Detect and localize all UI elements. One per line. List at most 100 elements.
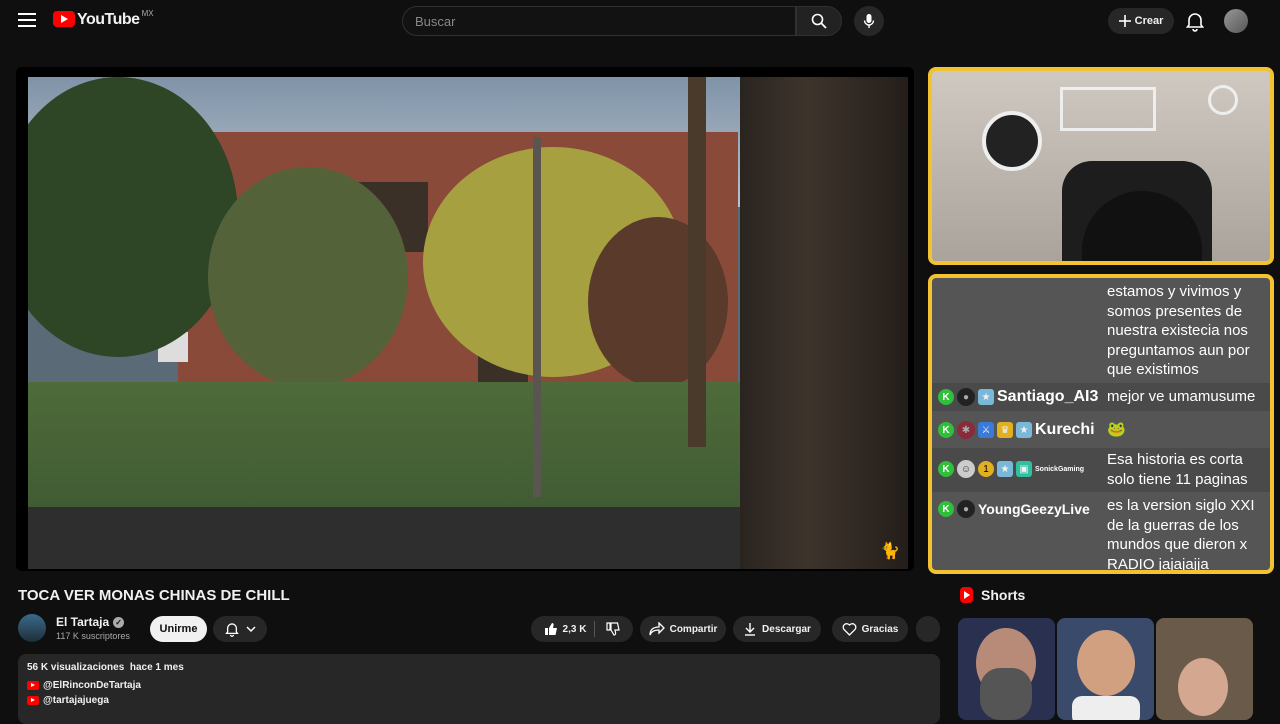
logo-text: YouTube	[77, 11, 140, 28]
video-scene-road	[28, 507, 748, 569]
subscription-bell-button[interactable]	[213, 616, 267, 642]
webcam-ring-light	[1208, 85, 1238, 115]
voice-search-button[interactable]	[854, 6, 884, 36]
bell-icon	[225, 623, 239, 637]
share-icon	[648, 622, 665, 636]
short-thumbnail[interactable]	[958, 618, 1055, 720]
youtube-logo[interactable]: YouTube MX	[53, 9, 154, 29]
download-icon	[745, 623, 756, 636]
microphone-icon	[863, 14, 875, 28]
top-bar: YouTube MX Buscar Crear	[0, 0, 1280, 42]
chat-message-text: es la version siglo XXI de la guerras de…	[1107, 497, 1255, 573]
user-avatar-icon: ☺	[957, 460, 975, 478]
channel-name-link[interactable]: El Tartaja ✓	[56, 615, 125, 629]
shorts-heading: Shorts	[960, 587, 1025, 603]
thumbs-down-icon	[606, 622, 621, 636]
dislike-button[interactable]	[600, 622, 621, 636]
thumbs-up-icon	[544, 623, 557, 635]
search-button[interactable]	[796, 6, 842, 36]
short-thumbnail[interactable]	[1156, 618, 1253, 720]
download-label: Descargar	[762, 623, 811, 635]
upload-age: hace 1 mes	[129, 662, 184, 673]
description-box[interactable]: 56 K visualizaciones hace 1 mes @ElRinco…	[18, 654, 940, 724]
description-channel-link[interactable]: @ElRinconDeTartaja	[27, 680, 931, 691]
description-meta: 56 K visualizaciones hace 1 mes	[27, 662, 931, 673]
chat-username: Santiago_AI3	[997, 388, 1099, 405]
youtube-icon	[27, 681, 39, 690]
k-badge-icon: K	[938, 389, 954, 405]
blade-badge-icon: ⚔	[978, 422, 994, 438]
crown-badge-icon: ♛	[997, 422, 1013, 438]
k-badge-icon: K	[938, 422, 954, 438]
share-button[interactable]: Compartir	[640, 616, 726, 642]
chat-badges: K ☺ 1 ★ ▣ SonickGaming	[938, 460, 1084, 478]
number-badge-icon: 1	[978, 461, 994, 477]
view-count: 56 K visualizaciones	[27, 662, 125, 673]
country-code: MX	[141, 9, 154, 18]
chat-message: K ☺ 1 ★ ▣ SonickGaming Esa historia es c…	[932, 448, 1270, 492]
bell-icon	[1185, 13, 1205, 32]
create-button[interactable]: Crear	[1108, 8, 1174, 34]
video-scene-tree	[208, 167, 408, 387]
chat-message: K ✱ ⚔ ♛ ★ Kurechi 🐸	[932, 416, 1270, 444]
account-avatar[interactable]	[1224, 9, 1248, 33]
user-avatar-icon: ✱	[957, 421, 975, 439]
channel-handle: @ElRinconDeTartaja	[43, 680, 141, 691]
channel-avatar[interactable]	[18, 614, 46, 642]
emote-badge-icon: ★	[978, 389, 994, 405]
user-avatar-icon: ●	[957, 388, 975, 406]
user-avatar-icon: ●	[957, 500, 975, 518]
menu-icon[interactable]	[18, 13, 36, 29]
download-button[interactable]: Descargar	[733, 616, 821, 642]
notifications-button[interactable]	[1184, 10, 1206, 32]
chat-message: K ● YoungGeezyLive es la version siglo X…	[932, 496, 1270, 573]
chevron-down-icon	[246, 626, 256, 633]
webcam-chair-back	[982, 111, 1042, 171]
short-thumbnail[interactable]	[1057, 618, 1154, 720]
k-badge-icon: K	[938, 461, 954, 477]
create-label: Crear	[1134, 15, 1164, 27]
join-button[interactable]: Unirme	[150, 616, 207, 642]
more-actions-button[interactable]	[916, 616, 940, 642]
youtube-icon	[27, 696, 39, 705]
chat-username: YoungGeezyLive	[978, 501, 1090, 517]
channel-handle: @tartajajuega	[43, 695, 109, 706]
chat-message-text: estamos y vivimos y somos presentes de n…	[1107, 283, 1250, 378]
chat-badges: K ● YoungGeezyLive	[938, 500, 1090, 518]
share-label: Compartir	[669, 623, 718, 635]
emote-badge-icon: ★	[997, 461, 1013, 477]
like-count: 2,3 K	[562, 623, 587, 635]
chat-message-text: mejor ve umamusume	[1107, 388, 1256, 405]
channel-name: El Tartaja	[56, 615, 110, 629]
subscriber-count: 117 K suscriptores	[56, 631, 130, 641]
emote-badge-icon: ★	[1016, 422, 1032, 438]
chat-message-text: 🐸	[1107, 421, 1126, 438]
verified-icon: ✓	[113, 616, 125, 628]
like-dislike-group: 2,3 K	[531, 616, 633, 642]
chat-message: estamos y vivimos y somos presentes de n…	[932, 280, 1270, 380]
plus-icon	[1118, 15, 1131, 27]
webcam-shelf	[1060, 87, 1156, 131]
thanks-label: Gracias	[861, 623, 899, 635]
youtube-play-icon	[53, 11, 75, 27]
thanks-button[interactable]: Gracias	[832, 616, 908, 642]
gift-badge-icon: ▣	[1016, 461, 1032, 477]
video-scene-tree	[588, 217, 728, 387]
like-button[interactable]: 2,3 K	[544, 621, 596, 637]
search-input[interactable]: Buscar	[402, 6, 796, 36]
search-icon	[811, 13, 827, 29]
chat-username: SonickGaming	[1035, 465, 1085, 473]
webcam-overlay	[928, 67, 1274, 265]
channel-watermark-icon: 🐈	[880, 543, 900, 560]
description-channel-link[interactable]: @tartajajuega	[27, 695, 931, 706]
k-badge-icon: K	[938, 501, 954, 517]
video-title: TOCA VER MONAS CHINAS DE CHILL	[18, 587, 290, 604]
chat-badges: K ✱ ⚔ ♛ ★ Kurechi	[938, 421, 1095, 439]
video-frame: 🐈	[28, 77, 908, 569]
video-scene-foreground-pole	[740, 77, 908, 569]
video-scene-utility-pole	[688, 77, 706, 447]
video-player[interactable]: 🐈	[16, 67, 914, 571]
shorts-title: Shorts	[981, 587, 1026, 603]
chat-username: Kurechi	[1035, 421, 1095, 438]
video-scene-signpost	[533, 137, 541, 497]
